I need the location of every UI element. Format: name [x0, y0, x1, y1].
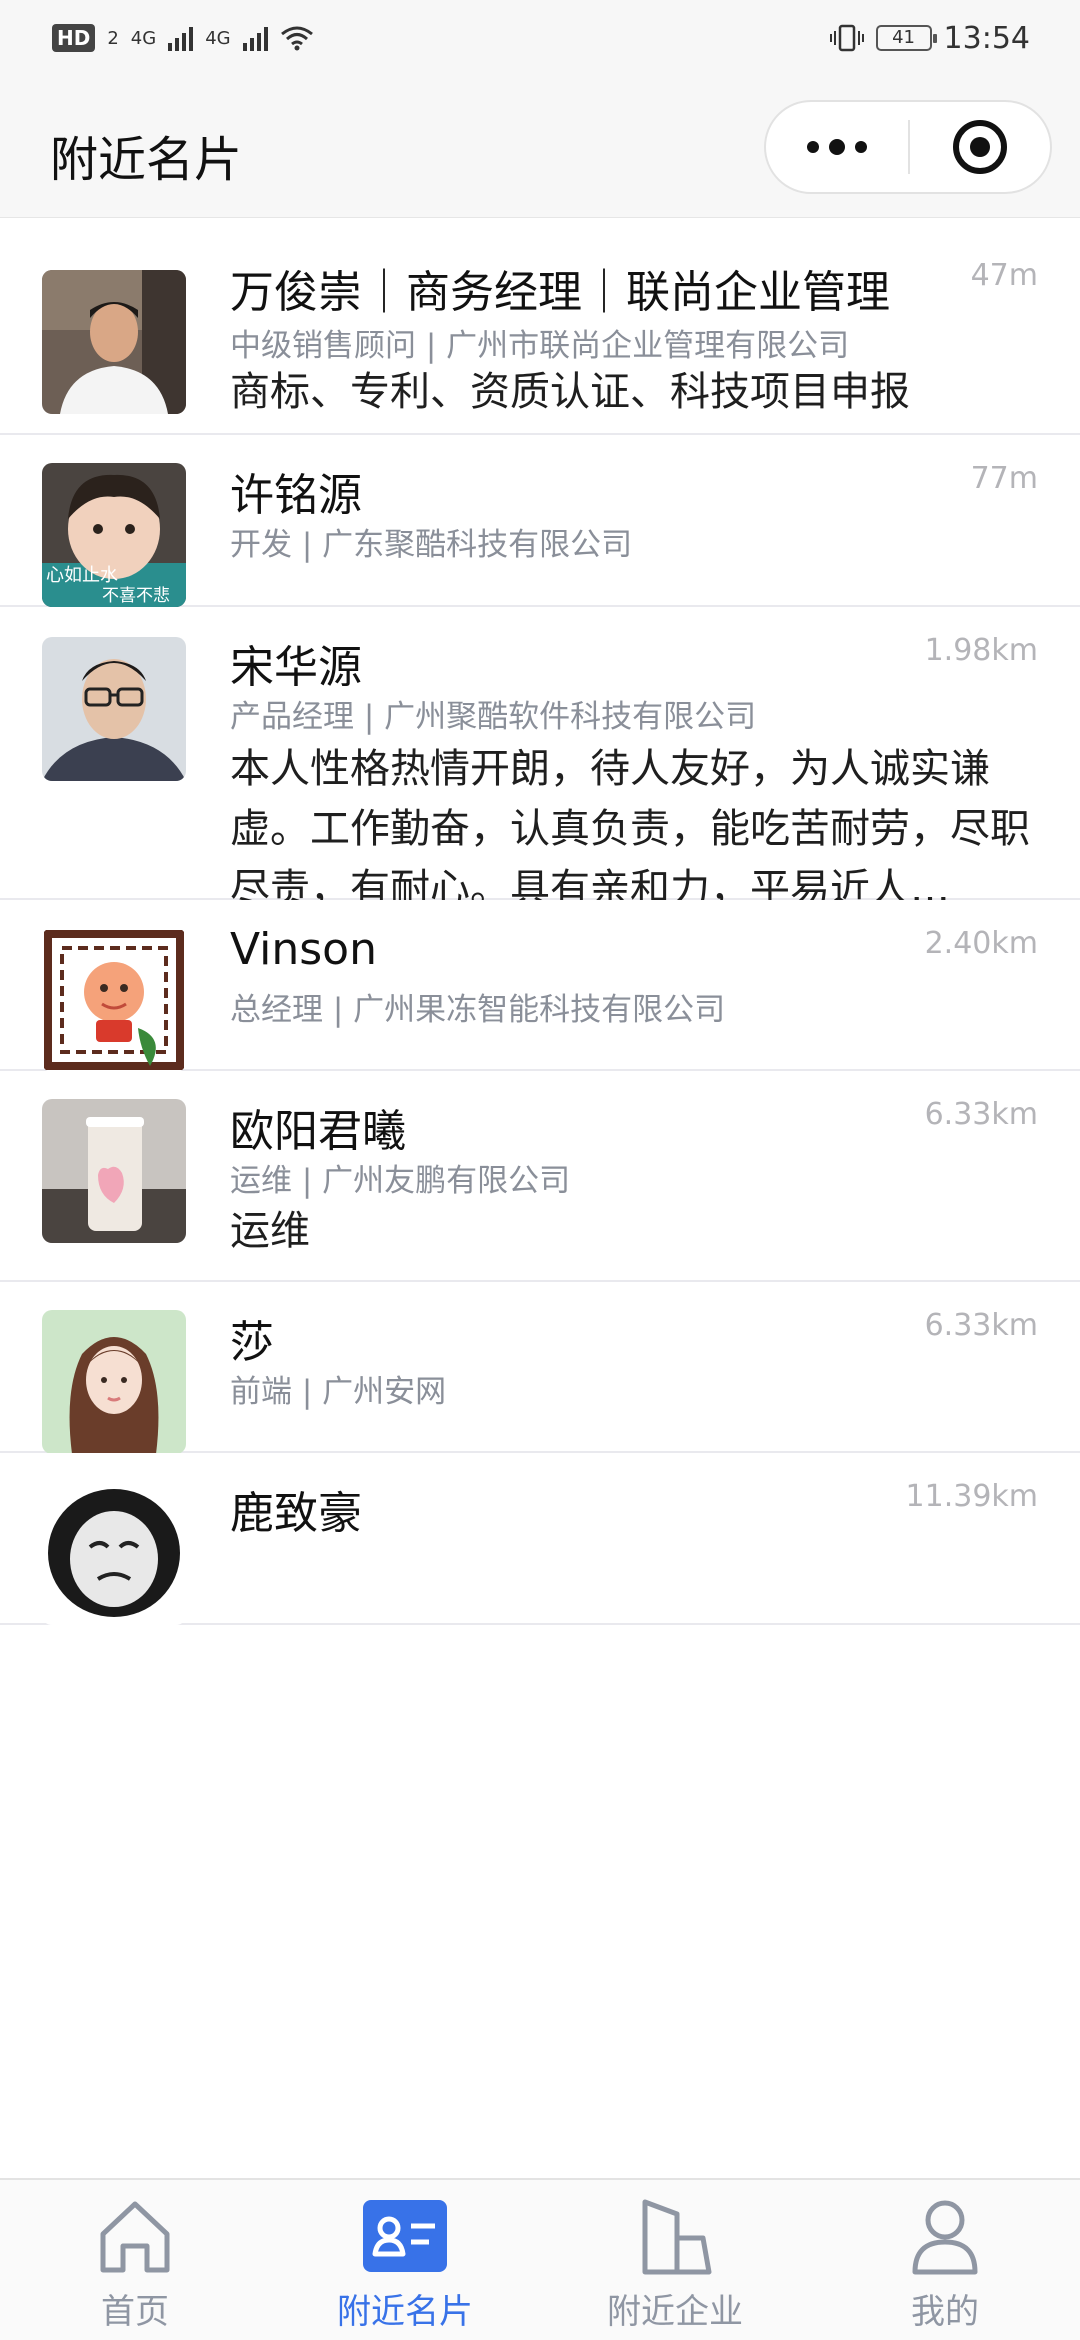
status-right: 41 13:54: [829, 20, 1030, 56]
tab-mine[interactable]: 我的: [810, 2180, 1080, 2340]
vibrate-icon: [829, 24, 864, 52]
list-item[interactable]: 欧阳君曦 6.33km 运维 | 广州友鹏有限公司 运维: [0, 1071, 1080, 1282]
card-distance: 47m: [970, 258, 1038, 293]
user-icon: [903, 2194, 987, 2278]
avatar: [42, 1310, 186, 1454]
card-subtitle: 中级销售顾问 | 广州市联尚企业管理有限公司: [230, 328, 850, 364]
list-item[interactable]: 莎 6.33km 前端 | 广州安网: [0, 1282, 1080, 1454]
card-list: 万俊崇｜商务经理｜联尚企业管理 47m 中级销售顾问 | 广州市联尚企业管理有限…: [0, 222, 1080, 2178]
avatar: 心如止水 不喜不悲: [42, 463, 186, 607]
card-subtitle: 前端 | 广州安网: [230, 1374, 447, 1410]
signal-icon: [168, 25, 194, 51]
list-item[interactable]: Vinson 2.40km 总经理 | 广州果冻智能科技有限公司: [0, 900, 1080, 1072]
avatar-caption-1: 心如止水: [46, 565, 118, 586]
list-item[interactable]: 万俊崇｜商务经理｜联尚企业管理 47m 中级销售顾问 | 广州市联尚企业管理有限…: [0, 222, 1080, 435]
tab-home[interactable]: 首页: [0, 2180, 270, 2340]
card-name: 莎: [230, 1317, 274, 1368]
tab-bar: 首页 附近名片 附近企业 我的: [0, 2178, 1080, 2340]
mini-program-capsule: [764, 100, 1052, 194]
card-description: 本人性格热情开朗，待人友好，为人诚实谦虚。工作勤奋，认真负责，能吃苦耐劳，尽职尽…: [230, 746, 1030, 912]
wifi-icon: [280, 26, 313, 51]
card-subtitle: 运维 | 广州友鹏有限公司: [230, 1163, 571, 1199]
tab-label: 首页: [101, 2292, 169, 2332]
card-distance: 77m: [970, 461, 1038, 496]
list-item[interactable]: 鹿致豪 11.39km: [0, 1453, 1080, 1625]
more-dots-icon[interactable]: [766, 102, 908, 192]
tab-nearby-cards[interactable]: 附近名片: [270, 2180, 540, 2340]
hd-badge-sub: 2: [107, 27, 119, 49]
tab-nearby-companies[interactable]: 附近企业: [540, 2180, 810, 2340]
avatar: [42, 270, 186, 414]
card-subtitle: 总经理 | 广州果冻智能科技有限公司: [230, 992, 726, 1028]
avatar: [42, 928, 186, 1072]
avatar-caption-2: 不喜不悲: [102, 586, 170, 606]
card-name: 许铭源: [230, 470, 362, 521]
list-item[interactable]: 心如止水 不喜不悲 许铭源 77m 开发 | 广东聚酷科技有限公司: [0, 435, 1080, 607]
avatar: [42, 1481, 186, 1625]
card-name: Vinson: [230, 924, 377, 975]
card-distance: 6.33km: [924, 1308, 1038, 1343]
title-bar: 附近名片: [0, 76, 1080, 218]
network-type-1: 4G: [130, 27, 157, 49]
card-name: 鹿致豪: [230, 1488, 362, 1539]
avatar: [42, 637, 186, 781]
card-subtitle: 产品经理 | 广州聚酷软件科技有限公司: [230, 699, 757, 735]
status-bar: HD 2 4G 4G 41 13:54: [0, 0, 1080, 76]
card-distance: 1.98km: [924, 633, 1038, 668]
tab-label: 附近企业: [607, 2292, 743, 2332]
card-distance: 11.39km: [905, 1479, 1038, 1514]
avatar: [42, 1099, 186, 1243]
card-name: 宋华源: [230, 642, 362, 693]
page-title: 附近名片: [50, 132, 243, 188]
card-description: 运维: [230, 1208, 310, 1254]
card-description: 商标、专利、资质认证、科技项目申报: [230, 369, 910, 415]
card-icon: [363, 2194, 447, 2278]
card-distance: 2.40km: [924, 926, 1038, 961]
card-name: 欧阳君曦: [230, 1106, 406, 1157]
tab-label: 附近名片: [337, 2292, 473, 2332]
network-type-2: 4G: [205, 27, 231, 49]
card-distance: 6.33km: [924, 1097, 1038, 1132]
building-icon: [633, 2194, 717, 2278]
card-subtitle: 开发 | 广东聚酷科技有限公司: [230, 527, 633, 563]
target-icon[interactable]: [910, 102, 1050, 192]
tab-label: 我的: [911, 2292, 979, 2332]
status-left: HD 2 4G 4G: [52, 24, 314, 52]
hd-badge: HD: [52, 24, 96, 52]
clock: 13:54: [943, 20, 1030, 56]
signal-icon-2: [242, 25, 268, 51]
card-name: 万俊崇｜商务经理｜联尚企业管理: [230, 267, 890, 318]
home-icon: [93, 2194, 177, 2278]
list-item[interactable]: 宋华源 1.98km 产品经理 | 广州聚酷软件科技有限公司 本人性格热情开朗，…: [0, 607, 1080, 912]
battery-icon: 41: [875, 25, 937, 51]
